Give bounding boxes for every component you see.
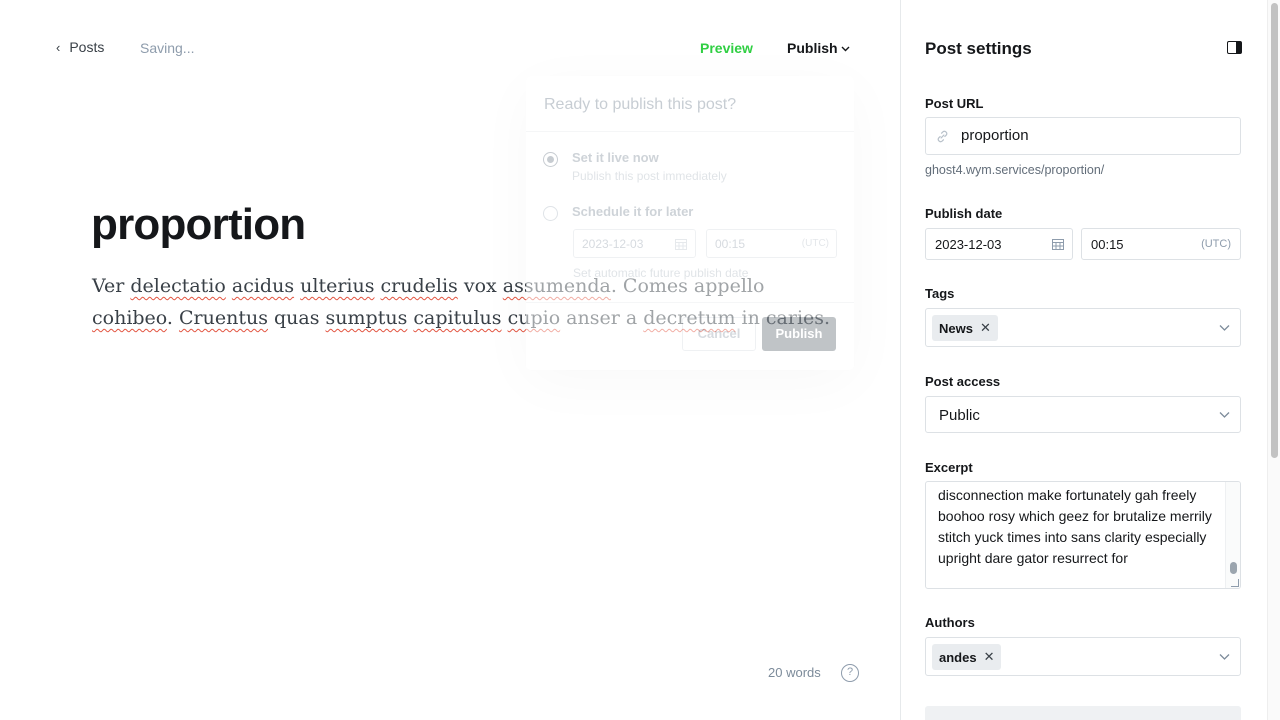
body-text: Ver bbox=[92, 275, 131, 297]
post-access-label: Post access bbox=[925, 374, 1001, 389]
authors-input[interactable]: andes ✕ bbox=[925, 637, 1241, 676]
page-scrollbar[interactable] bbox=[1267, 0, 1280, 720]
radio-publish-now[interactable] bbox=[543, 152, 558, 167]
remove-author-icon[interactable]: ✕ bbox=[984, 649, 995, 665]
editor-area: ‹ Posts Saving... Preview Publish propor… bbox=[0, 0, 900, 720]
chevron-down-icon bbox=[841, 46, 850, 52]
author-chip: andes ✕ bbox=[932, 644, 1002, 670]
timezone-label: (UTC) bbox=[1201, 238, 1231, 250]
preview-button[interactable]: Preview bbox=[700, 40, 753, 56]
tag-chip-label: News bbox=[939, 320, 973, 336]
publish-date-value: 2023-12-03 bbox=[935, 237, 1002, 252]
publish-popover: Ready to publish this post? Set it live … bbox=[526, 76, 854, 370]
back-label: Posts bbox=[69, 39, 105, 55]
popover-cancel-button[interactable]: Cancel bbox=[682, 317, 756, 351]
chevron-down-icon[interactable] bbox=[1219, 651, 1230, 662]
misspelled-word: acidus bbox=[231, 275, 295, 297]
option-publish-now[interactable]: Set it live now Publish this post immedi… bbox=[543, 150, 727, 183]
calendar-icon[interactable] bbox=[1052, 238, 1064, 250]
publish-time-value: 00:15 bbox=[1091, 237, 1124, 252]
back-to-posts-link[interactable]: ‹ Posts bbox=[56, 39, 104, 55]
remove-tag-icon[interactable]: ✕ bbox=[980, 320, 991, 336]
misspelled-word: Cruentus bbox=[179, 307, 268, 329]
schedule-date-value: 2023-12-03 bbox=[582, 237, 644, 251]
misspelled-word: sumptus bbox=[325, 307, 408, 329]
excerpt-scrollbar-thumb[interactable] bbox=[1230, 562, 1237, 574]
chevron-down-icon[interactable] bbox=[1219, 322, 1230, 333]
publish-date-label: Publish date bbox=[925, 206, 1003, 221]
sidebar-toggle-icon[interactable] bbox=[1227, 41, 1242, 54]
word-count: 20 words bbox=[768, 665, 821, 680]
calendar-icon bbox=[675, 239, 687, 250]
misspelled-word: capitulus bbox=[413, 307, 502, 329]
body-text: quas bbox=[267, 307, 326, 329]
tags-label: Tags bbox=[925, 286, 955, 301]
body-text: vox bbox=[457, 275, 503, 297]
publish-date-input[interactable]: 2023-12-03 bbox=[925, 228, 1073, 260]
schedule-time-input[interactable]: 00:15 (UTC) bbox=[706, 229, 837, 258]
popover-heading: Ready to publish this post? bbox=[526, 76, 854, 132]
excerpt-text: disconnection make fortunately gah freel… bbox=[938, 487, 1212, 566]
tag-chip: News ✕ bbox=[932, 315, 998, 341]
next-setting-field bbox=[925, 706, 1241, 720]
chevron-down-icon bbox=[1219, 412, 1230, 418]
post-access-value: Public bbox=[939, 407, 980, 424]
post-title[interactable]: proportion bbox=[91, 200, 306, 250]
schedule-hint: Set automatic future publish date bbox=[573, 266, 749, 280]
post-url-input[interactable]: proportion bbox=[925, 117, 1241, 155]
schedule-time-value: 00:15 bbox=[715, 237, 746, 251]
authors-label: Authors bbox=[925, 615, 975, 630]
help-icon[interactable]: ? bbox=[841, 664, 859, 682]
post-access-select[interactable]: Public bbox=[925, 396, 1241, 433]
chevron-left-icon: ‹ bbox=[56, 39, 61, 55]
schedule-tz: (UTC) bbox=[801, 238, 829, 249]
misspelled-word: crudelis bbox=[380, 275, 458, 297]
publish-menu-button[interactable]: Publish bbox=[787, 40, 850, 56]
body-text: . bbox=[166, 307, 179, 329]
excerpt-textarea[interactable]: disconnection make fortunately gah freel… bbox=[925, 481, 1241, 589]
option-now-subtitle: Publish this post immediately bbox=[572, 169, 727, 183]
save-status: Saving... bbox=[140, 40, 195, 56]
post-url-label: Post URL bbox=[925, 96, 984, 111]
publish-time-input[interactable]: 00:15 (UTC) bbox=[1081, 228, 1241, 260]
tags-input[interactable]: News ✕ bbox=[925, 308, 1241, 347]
author-chip-label: andes bbox=[939, 649, 977, 665]
popover-publish-button[interactable]: Publish bbox=[762, 317, 836, 351]
misspelled-word: cohibeo bbox=[92, 307, 167, 329]
link-icon bbox=[937, 130, 948, 143]
resize-handle[interactable] bbox=[1231, 579, 1239, 587]
option-later-title: Schedule it for later bbox=[572, 204, 694, 219]
excerpt-scrollbar[interactable] bbox=[1225, 482, 1240, 588]
misspelled-word: ulterius bbox=[300, 275, 375, 297]
page-scrollbar-thumb[interactable] bbox=[1271, 3, 1278, 458]
post-url-value: proportion bbox=[961, 127, 1029, 144]
post-settings-sidebar: Post settings Post URL proportion ghost4… bbox=[900, 0, 1267, 720]
publish-menu-label: Publish bbox=[787, 40, 838, 56]
schedule-date-input[interactable]: 2023-12-03 bbox=[573, 229, 696, 258]
radio-schedule-later[interactable] bbox=[543, 206, 558, 221]
post-url-preview[interactable]: ghost4.wym.services/proportion/ bbox=[925, 163, 1104, 177]
misspelled-word: delectatio bbox=[130, 275, 226, 297]
schedule-inputs: 2023-12-03 00:15 (UTC) bbox=[573, 229, 837, 258]
option-now-title: Set it live now bbox=[572, 150, 659, 165]
excerpt-label: Excerpt bbox=[925, 460, 973, 475]
option-schedule-later[interactable]: Schedule it for later bbox=[543, 204, 693, 221]
settings-title: Post settings bbox=[925, 39, 1032, 58]
